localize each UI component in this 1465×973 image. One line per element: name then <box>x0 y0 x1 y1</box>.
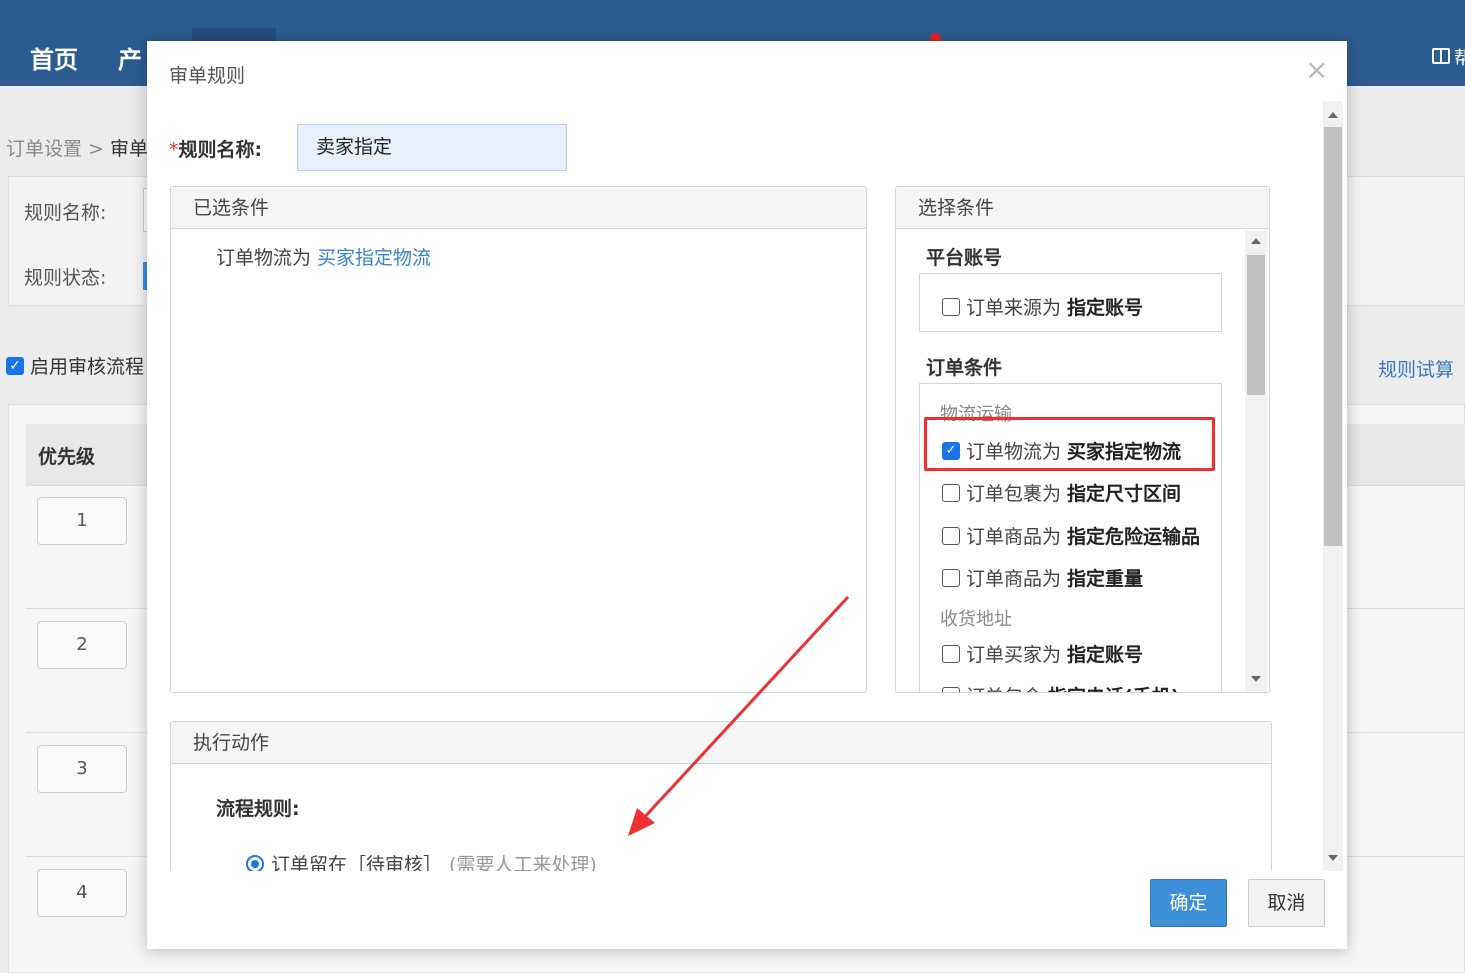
choose-conditions-panel: 选择条件 平台账号 订单来源为 指定账号 订单条件 物流运输 ✓ 订单物流为 买家指… <box>895 186 1270 693</box>
option-dangerous-goods[interactable]: 订单商品为 指定危险运输品 <box>942 522 1200 549</box>
dialog-scrollbar-thumb[interactable] <box>1324 127 1342 546</box>
option-bold: 指定账号 <box>1067 297 1144 319</box>
option-bold: 指定账号 <box>1067 644 1144 666</box>
checkbox-icon[interactable] <box>942 568 960 587</box>
scroll-up-icon[interactable] <box>1328 112 1338 118</box>
breadcrumb-separator: > <box>88 138 104 160</box>
option-bold: 指定电话(手机) <box>1048 682 1179 692</box>
rule-name-input[interactable]: 卖家指定 <box>297 124 567 171</box>
checkbox-icon[interactable] <box>942 526 960 545</box>
priority-input[interactable]: 4 <box>37 869 127 917</box>
enable-flow-label: 启用审核流程 <box>30 356 145 378</box>
annotation-highlight-box <box>924 417 1215 471</box>
platform-group-title: 平台账号 <box>926 247 1003 269</box>
priority-input[interactable]: 1 <box>37 497 127 545</box>
rule-name-label: *规则名称: <box>169 135 262 162</box>
priority-input[interactable]: 2 <box>37 621 127 669</box>
choose-conditions-title: 选择条件 <box>896 187 1269 229</box>
checkbox-icon[interactable] <box>942 483 960 502</box>
option-prefix: 订单商品为 <box>966 526 1062 548</box>
option-prefix: 订单包裹为 <box>966 483 1062 505</box>
radio-note: (需要人工来处理) <box>449 854 597 871</box>
selected-conditions-title: 已选条件 <box>171 187 866 229</box>
option-prefix: 订单包含 <box>966 682 1042 692</box>
radio-keep-pending[interactable]: 订单留在［待审核］ (需要人工来处理) <box>246 850 597 871</box>
filter-status-label: 规则状态: <box>24 267 107 289</box>
checkbox-icon[interactable] <box>942 644 960 663</box>
option-package-size[interactable]: 订单包裹为 指定尺寸区间 <box>942 479 1181 506</box>
checkbox-icon[interactable] <box>942 297 960 316</box>
option-bold: 指定危险运输品 <box>1067 526 1201 548</box>
close-icon[interactable]: × <box>1305 53 1328 86</box>
nav-home[interactable]: 首页 <box>30 40 78 75</box>
order-group-title: 订单条件 <box>926 357 1003 379</box>
scroll-down-icon[interactable] <box>1328 855 1338 861</box>
flow-rule-label: 流程规则: <box>216 798 300 820</box>
option-order-source[interactable]: 订单来源为 指定账号 <box>942 293 1143 320</box>
scroll-up-icon[interactable] <box>1251 238 1261 244</box>
filter-name-label: 规则名称: <box>24 202 107 224</box>
checkbox-checked-icon[interactable]: ✓ <box>6 356 24 375</box>
selected-condition-link[interactable]: 买家指定物流 <box>317 247 431 269</box>
option-bold: 指定尺寸区间 <box>1067 483 1182 505</box>
cancel-button[interactable]: 取消 <box>1248 879 1325 927</box>
required-marker: * <box>169 139 179 161</box>
checkbox-icon[interactable] <box>942 686 960 692</box>
confirm-button[interactable]: 确定 <box>1150 879 1227 927</box>
breadcrumb-parent[interactable]: 订单设置 <box>6 138 82 160</box>
option-prefix: 订单买家为 <box>966 644 1062 666</box>
nav-product[interactable]: 产 <box>118 40 142 75</box>
selected-condition-prefix: 订单物流为 <box>216 247 318 269</box>
priority-input[interactable]: 3 <box>37 745 127 793</box>
rule-name-label-text: 规则名称: <box>178 139 263 161</box>
scroll-down-icon[interactable] <box>1251 676 1261 682</box>
option-prefix: 订单商品为 <box>966 568 1062 590</box>
priority-column-header: 优先级 <box>38 446 96 468</box>
nav-help[interactable]: 帮 <box>1454 44 1465 70</box>
dialog-title: 审单规则 <box>169 65 246 87</box>
rule-test-link[interactable]: 规则试算 <box>1378 355 1454 382</box>
book-icon[interactable] <box>1432 48 1450 64</box>
selected-conditions-panel: 已选条件 订单物流为 买家指定物流 <box>170 186 867 693</box>
action-panel-title: 执行动作 <box>171 722 1271 764</box>
enable-flow-checkbox[interactable]: ✓ 启用审核流程 <box>6 352 144 379</box>
action-panel: 执行动作 流程规则: 订单留在［待审核］ (需要人工来处理) <box>170 721 1272 871</box>
breadcrumb-current: 审单 <box>110 138 149 160</box>
option-weight[interactable]: 订单商品为 指定重量 <box>942 564 1143 591</box>
breadcrumb: 订单设置 > 审单 <box>6 134 148 161</box>
rule-dialog: 审单规则 × *规则名称: 卖家指定 已选条件 订单物流为 买家指定物流 选择条… <box>147 41 1347 949</box>
option-prefix: 订单来源为 <box>966 297 1062 319</box>
radio-label: 订单留在［待审核］ <box>271 854 443 871</box>
address-subtitle: 收货地址 <box>940 609 1012 630</box>
option-phone[interactable]: 订单包含指定电话(手机) <box>942 682 1179 692</box>
conditions-scrollbar-thumb[interactable] <box>1247 255 1265 395</box>
radio-selected-icon[interactable] <box>246 854 264 871</box>
selected-condition-item: 订单物流为 买家指定物流 <box>216 243 431 270</box>
option-bold: 指定重量 <box>1067 568 1144 590</box>
option-buyer-account[interactable]: 订单买家为 指定账号 <box>942 640 1143 667</box>
